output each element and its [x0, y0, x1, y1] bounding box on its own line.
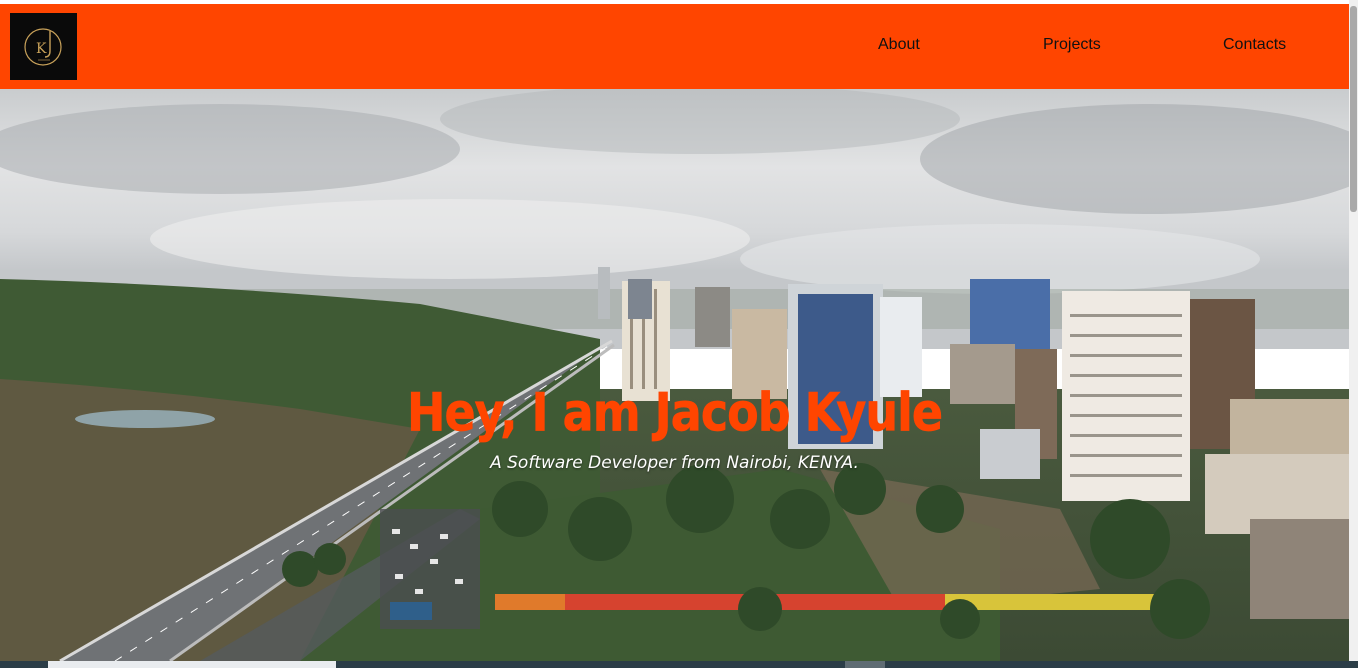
hero-background-image: [0, 89, 1349, 661]
nav-link-about[interactable]: About: [878, 36, 920, 54]
hero-subtitle: A Software Developer from Nairobi, KENYA…: [490, 453, 859, 473]
horizontal-scrollbar-thumb[interactable]: [48, 661, 336, 668]
hero-section: Hey, I am Jacob Kyule A Software Develop…: [0, 89, 1349, 661]
horizontal-scrollbar[interactable]: [0, 661, 1358, 668]
logo-monogram-icon: K: [24, 28, 62, 66]
hero-title: Hey, I am Jacob Kyule: [406, 380, 944, 444]
vertical-scrollbar[interactable]: [1349, 0, 1358, 661]
nav-link-contacts[interactable]: Contacts: [1223, 36, 1286, 54]
vertical-scrollbar-thumb[interactable]: [1350, 6, 1357, 212]
page: K About Projects Contacts Hey, I am Jaco…: [0, 0, 1358, 668]
svg-text:K: K: [36, 41, 47, 57]
navbar: K About Projects Contacts: [0, 4, 1349, 89]
nav-link-projects[interactable]: Projects: [1043, 36, 1101, 54]
horizontal-scrollbar-segment: [845, 661, 885, 668]
site-logo[interactable]: K: [10, 13, 77, 80]
